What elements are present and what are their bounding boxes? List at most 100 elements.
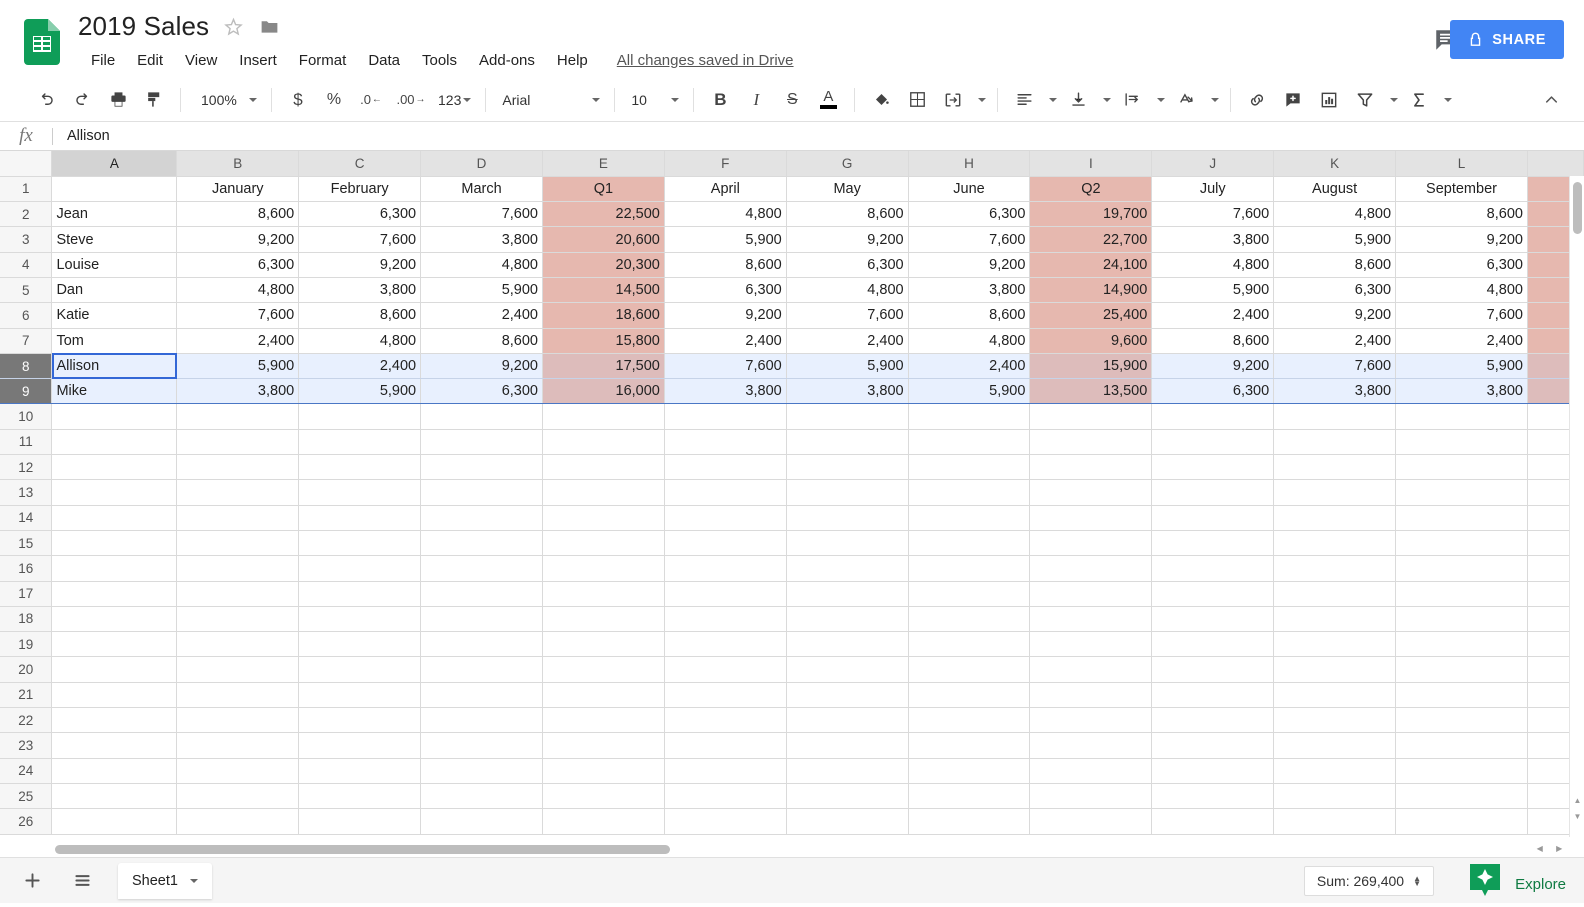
- cell-l21[interactable]: [1396, 682, 1528, 707]
- cell-j15[interactable]: [1152, 530, 1274, 555]
- cell-b5[interactable]: 4,800: [177, 277, 299, 302]
- cell-g18[interactable]: [786, 606, 908, 631]
- cell-e1[interactable]: Q1: [542, 176, 664, 201]
- row-header-16[interactable]: 16: [0, 556, 52, 581]
- row-header-10[interactable]: 10: [0, 404, 52, 429]
- cell-l7[interactable]: 2,400: [1396, 328, 1528, 353]
- cell-e5[interactable]: 14,500: [542, 277, 664, 302]
- cell-i3[interactable]: 22,700: [1030, 227, 1152, 252]
- cell-a22[interactable]: [52, 708, 177, 733]
- cell-k15[interactable]: [1274, 530, 1396, 555]
- cell-j6[interactable]: 2,400: [1152, 303, 1274, 328]
- cell-d18[interactable]: [421, 606, 543, 631]
- cell-f6[interactable]: 9,200: [664, 303, 786, 328]
- cell-i6[interactable]: 25,400: [1030, 303, 1152, 328]
- cell-j19[interactable]: [1152, 632, 1274, 657]
- cell-h21[interactable]: [908, 682, 1030, 707]
- cell-j25[interactable]: [1152, 783, 1274, 808]
- cell-f15[interactable]: [664, 530, 786, 555]
- cell-f13[interactable]: [664, 480, 786, 505]
- cell-d17[interactable]: [421, 581, 543, 606]
- sum-stepper-icon[interactable]: ▲▼: [1413, 876, 1421, 886]
- cell-j24[interactable]: [1152, 758, 1274, 783]
- menu-item-edit[interactable]: Edit: [126, 49, 174, 72]
- cell-l16[interactable]: [1396, 556, 1528, 581]
- cell-a24[interactable]: [52, 758, 177, 783]
- menu-item-data[interactable]: Data: [357, 49, 411, 72]
- scroll-down-arrow-icon[interactable]: ▼: [1570, 809, 1584, 823]
- cell-l11[interactable]: [1396, 429, 1528, 454]
- cell-g26[interactable]: [786, 809, 908, 834]
- cell-i16[interactable]: [1030, 556, 1152, 581]
- cell-g21[interactable]: [786, 682, 908, 707]
- cell-e9[interactable]: 16,000: [542, 379, 664, 404]
- cell-e4[interactable]: 20,300: [542, 252, 664, 277]
- cell-g15[interactable]: [786, 530, 908, 555]
- cell-e17[interactable]: [542, 581, 664, 606]
- cell-g11[interactable]: [786, 429, 908, 454]
- cell-f26[interactable]: [664, 809, 786, 834]
- row-header-24[interactable]: 24: [0, 758, 52, 783]
- cell-i8[interactable]: 15,900: [1030, 353, 1152, 378]
- cell-a19[interactable]: [52, 632, 177, 657]
- row-header-14[interactable]: 14: [0, 505, 52, 530]
- text-rotation-icon[interactable]: [1171, 85, 1201, 115]
- cell-h14[interactable]: [908, 505, 1030, 530]
- cell-g8[interactable]: 5,900: [786, 353, 908, 378]
- column-header-b[interactable]: B: [177, 151, 299, 176]
- text-wrap-options[interactable]: [1150, 85, 1168, 115]
- menu-item-tools[interactable]: Tools: [411, 49, 468, 72]
- cell-d11[interactable]: [421, 429, 543, 454]
- cell-a21[interactable]: [52, 682, 177, 707]
- bold-button[interactable]: B: [705, 85, 735, 115]
- cell-h3[interactable]: 7,600: [908, 227, 1030, 252]
- cell-k11[interactable]: [1274, 429, 1396, 454]
- cell-d4[interactable]: 4,800: [421, 252, 543, 277]
- cell-g19[interactable]: [786, 632, 908, 657]
- cell-c2[interactable]: 6,300: [299, 202, 421, 227]
- cell-k5[interactable]: 6,300: [1274, 277, 1396, 302]
- cell-g24[interactable]: [786, 758, 908, 783]
- cell-j9[interactable]: 6,300: [1152, 379, 1274, 404]
- cell-b8[interactable]: 5,900: [177, 353, 299, 378]
- cell-b23[interactable]: [177, 733, 299, 758]
- cell-i18[interactable]: [1030, 606, 1152, 631]
- cell-d6[interactable]: 2,400: [421, 303, 543, 328]
- column-header-f[interactable]: F: [664, 151, 786, 176]
- cell-d26[interactable]: [421, 809, 543, 834]
- cell-i10[interactable]: [1030, 404, 1152, 429]
- cell-l12[interactable]: [1396, 455, 1528, 480]
- cell-g12[interactable]: [786, 455, 908, 480]
- cell-f22[interactable]: [664, 708, 786, 733]
- cell-e24[interactable]: [542, 758, 664, 783]
- cell-c14[interactable]: [299, 505, 421, 530]
- cell-a3[interactable]: Steve: [52, 227, 177, 252]
- cell-c4[interactable]: 9,200: [299, 252, 421, 277]
- cell-l18[interactable]: [1396, 606, 1528, 631]
- horizontal-scrollbar[interactable]: [0, 841, 1530, 857]
- cell-k4[interactable]: 8,600: [1274, 252, 1396, 277]
- cell-l23[interactable]: [1396, 733, 1528, 758]
- column-header-k[interactable]: K: [1274, 151, 1396, 176]
- cell-h15[interactable]: [908, 530, 1030, 555]
- cell-k10[interactable]: [1274, 404, 1396, 429]
- column-header-l[interactable]: L: [1396, 151, 1528, 176]
- cell-i24[interactable]: [1030, 758, 1152, 783]
- merge-options-control[interactable]: [971, 85, 989, 115]
- cell-b15[interactable]: [177, 530, 299, 555]
- cell-e15[interactable]: [542, 530, 664, 555]
- cell-h24[interactable]: [908, 758, 1030, 783]
- cell-d7[interactable]: 8,600: [421, 328, 543, 353]
- horizontal-scrollbar-thumb[interactable]: [55, 845, 670, 854]
- filter-icon[interactable]: [1350, 85, 1380, 115]
- cell-h26[interactable]: [908, 809, 1030, 834]
- cell-h2[interactable]: 6,300: [908, 202, 1030, 227]
- cell-a18[interactable]: [52, 606, 177, 631]
- cell-j23[interactable]: [1152, 733, 1274, 758]
- cell-d21[interactable]: [421, 682, 543, 707]
- cell-c10[interactable]: [299, 404, 421, 429]
- row-header-6[interactable]: 6: [0, 303, 52, 328]
- folder-icon[interactable]: [257, 14, 281, 38]
- cell-i23[interactable]: [1030, 733, 1152, 758]
- cell-k19[interactable]: [1274, 632, 1396, 657]
